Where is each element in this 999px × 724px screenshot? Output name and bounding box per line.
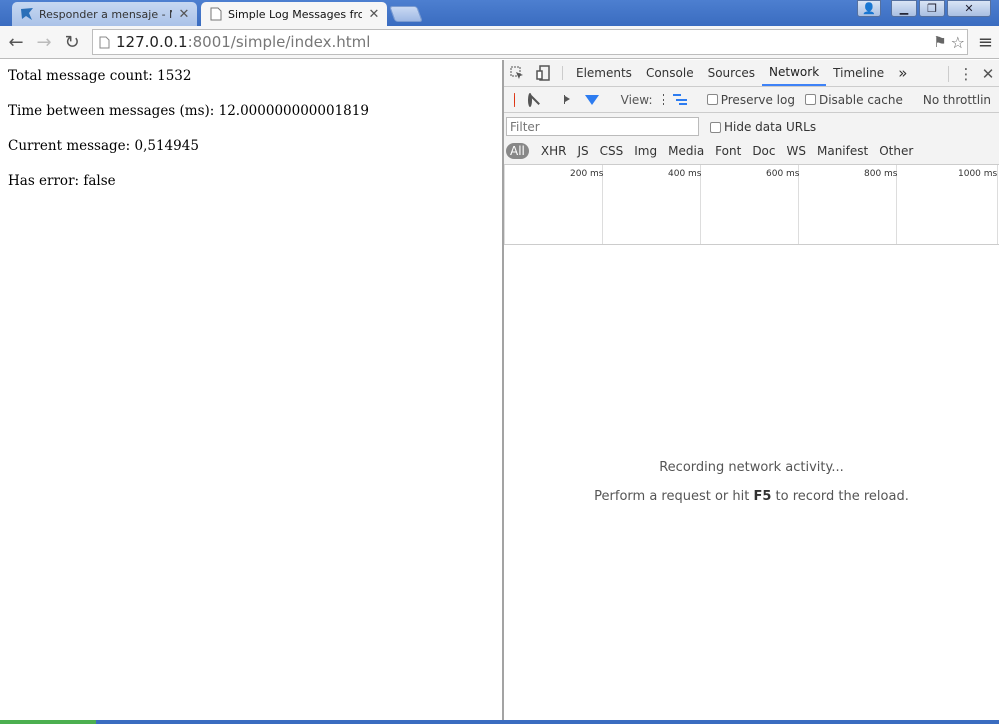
type-img[interactable]: Img (629, 143, 662, 159)
current-message: Current message: 0,514945 (8, 138, 199, 154)
network-overview-timeline: 200 ms 400 ms 600 ms 800 ms 1000 ms (504, 165, 999, 245)
devtools-tabbar: Elements Console Sources Network Timelin… (504, 60, 999, 87)
devtools-panel: Elements Console Sources Network Timelin… (504, 60, 999, 724)
filter-input[interactable] (506, 117, 699, 136)
timeline-tick-label: 600 ms (766, 169, 800, 179)
type-other[interactable]: Other (874, 143, 918, 159)
total-message-count: Total message count: 1532 (8, 68, 192, 84)
recording-status: Recording network activity... (659, 460, 844, 475)
tab-network[interactable]: Network (762, 60, 827, 86)
chrome-menu-button[interactable]: ≡ (978, 32, 993, 53)
type-js[interactable]: JS (572, 143, 593, 159)
reload-hint: Perform a request or hit F5 to record th… (594, 489, 909, 504)
type-xhr[interactable]: XHR (536, 143, 572, 159)
profile-button[interactable]: 👤 (857, 0, 881, 17)
type-media[interactable]: Media (663, 143, 709, 159)
timeline-tick-label: 800 ms (864, 169, 898, 179)
resource-type-filters: All XHR JS CSS Img Media Font Doc WS Man… (506, 143, 918, 159)
preserve-log-checkbox[interactable]: Preserve log (706, 93, 795, 107)
type-font[interactable]: Font (710, 143, 746, 159)
restore-button[interactable]: ❐ (919, 0, 945, 17)
disable-cache-checkbox[interactable]: Disable cache (804, 93, 903, 107)
forward-button[interactable]: → (30, 28, 58, 56)
network-toolbar: View: Preserve log Disable cache No thro… (504, 87, 999, 113)
forum-favicon-icon (20, 7, 34, 21)
translate-icon[interactable]: ⚑ (933, 33, 946, 52)
close-window-button[interactable]: ✕ (947, 0, 991, 17)
device-mode-icon[interactable] (530, 60, 556, 86)
tab-elements[interactable]: Elements (569, 60, 639, 86)
hide-data-urls-checkbox[interactable]: Hide data URLs (710, 120, 816, 134)
back-button[interactable]: ← (2, 28, 30, 56)
inspect-element-icon[interactable] (504, 60, 530, 86)
page-content: Total message count: 1532 Time between m… (0, 60, 502, 720)
url-host: 127.0.0.1 (116, 33, 188, 51)
close-devtools-icon[interactable]: ✕ (977, 65, 999, 83)
kebab-menu-icon[interactable]: ⋮ (955, 65, 977, 83)
timeline-tick-label: 1000 ms (958, 169, 998, 179)
tab-close-icon[interactable]: ✕ (177, 7, 191, 22)
address-bar[interactable]: 127.0.0.1 :8001/simple/index.html ⚑ ☆ (92, 29, 968, 55)
browser-toolbar: ← → ↻ 127.0.0.1 :8001/simple/index.html … (0, 26, 999, 59)
type-manifest[interactable]: Manifest (812, 143, 873, 159)
page-icon (99, 36, 110, 49)
clear-icon[interactable] (528, 92, 533, 107)
browser-tab-strip: Responder a mensaje - NI C ✕ Simple Log … (0, 0, 999, 26)
type-all[interactable]: All (506, 143, 529, 159)
filter-bar: Hide data URLs All XHR JS CSS Img Media … (504, 113, 999, 165)
view-label: View: (620, 92, 653, 107)
time-between-messages: Time between messages (ms): 12.000000000… (8, 103, 369, 119)
more-tabs-icon[interactable]: » (891, 60, 914, 86)
has-error: Has error: false (8, 173, 116, 189)
tab-timeline[interactable]: Timeline (826, 60, 891, 86)
type-css[interactable]: CSS (595, 143, 629, 159)
network-empty-message: Recording network activity... Perform a … (504, 460, 999, 504)
type-doc[interactable]: Doc (747, 143, 780, 159)
tab-sources[interactable]: Sources (701, 60, 762, 86)
url-path: :8001/simple/index.html (187, 33, 371, 51)
taskbar-edge (0, 720, 999, 724)
tab-responder[interactable]: Responder a mensaje - NI C ✕ (12, 2, 197, 26)
tab-console[interactable]: Console (639, 60, 701, 86)
timeline-tick-label: 200 ms (570, 169, 604, 179)
minimize-button[interactable]: ▁ (891, 0, 917, 17)
filter-icon[interactable] (584, 94, 599, 105)
overview-waterfall-icon[interactable] (672, 94, 687, 105)
type-ws[interactable]: WS (782, 143, 811, 159)
throttling-select[interactable]: No throttlin (923, 93, 991, 107)
timeline-tick-label: 400 ms (668, 169, 702, 179)
tab-title: Simple Log Messages from Se (228, 7, 362, 21)
tab-title: Responder a mensaje - NI C (39, 7, 172, 21)
tab-close-icon[interactable]: ✕ (367, 7, 381, 22)
reload-button[interactable]: ↻ (58, 28, 86, 56)
new-tab-button[interactable] (389, 6, 423, 22)
tab-simple-log[interactable]: Simple Log Messages from Se ✕ (201, 2, 387, 26)
page-favicon-icon (209, 7, 223, 21)
bookmark-star-icon[interactable]: ☆ (951, 33, 965, 52)
